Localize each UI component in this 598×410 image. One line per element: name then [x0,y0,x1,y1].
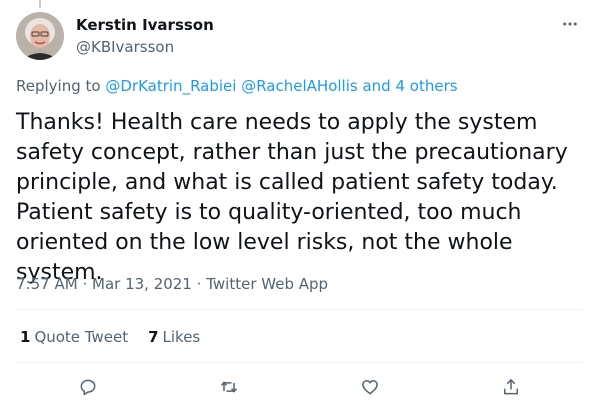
tweet-meta: 7:57 AM · Mar 13, 2021 · Twitter Web App [16,275,328,293]
like-count: 7 [148,328,159,346]
likes-stat[interactable]: 7 Likes [148,328,200,346]
replying-to-line: Replying to @DrKatrin_Rabiei @RachelAHol… [16,77,458,95]
divider-top [16,309,582,310]
tweet-date[interactable]: Mar 13, 2021 [92,275,192,293]
tweet-text: Thanks! Health care needs to apply the s… [16,110,568,285]
portrait-avatar-icon [16,12,64,60]
quote-label: Quote Tweet [34,328,129,346]
retweet-icon [220,381,238,393]
meta-separator-2: · [196,275,202,293]
tweet-stats: 1 Quote Tweet 7 Likes [20,328,200,346]
tweet-source[interactable]: Twitter Web App [206,275,328,293]
quote-tweets-stat[interactable]: 1 Quote Tweet [20,328,128,346]
meta-separator-1: · [82,275,88,293]
reply-icon [80,379,96,396]
divider-bottom [16,362,582,363]
like-icon [362,380,378,395]
author-block: Kerstin Ivarsson @KBIvarsson [76,15,214,57]
more-options-button[interactable] [558,12,582,36]
more-options-icon [563,22,577,26]
replying-to-prefix: Replying to [16,77,101,95]
avatar[interactable] [16,12,64,60]
reply-button[interactable] [75,374,101,400]
like-label: Likes [162,328,201,346]
share-icon [504,378,518,395]
action-bar [0,372,598,402]
tweet-time[interactable]: 7:57 AM [16,275,78,293]
author-display-name[interactable]: Kerstin Ivarsson [76,15,214,35]
share-button[interactable] [498,374,524,400]
like-button[interactable] [357,374,383,400]
others-link[interactable]: and 4 others [362,77,457,95]
thread-connector-line [39,0,41,8]
retweet-button[interactable] [216,374,242,400]
author-handle[interactable]: @KBIvarsson [76,37,214,57]
quote-count: 1 [20,328,31,346]
mention-link-2[interactable]: @RachelAHollis [241,77,357,95]
mention-link-1[interactable]: @DrKatrin_Rabiei [105,77,236,95]
